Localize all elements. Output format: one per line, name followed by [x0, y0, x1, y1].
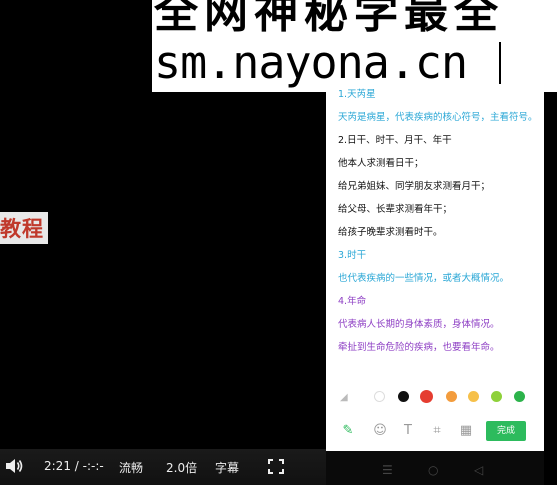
color-picker: ◢ [336, 390, 536, 405]
crop-icon[interactable]: ⌗ [429, 423, 445, 439]
pencil-icon[interactable]: ✎ [340, 423, 356, 439]
note-line: 天芮是病星，代表疾病的核心符号，主看符号。 [338, 112, 538, 123]
note-line: 4.年命 [338, 296, 367, 307]
note-line: 牵扯到生命危险的疾病，也要看年命。 [338, 342, 500, 353]
home-icon[interactable]: ○ [428, 463, 438, 477]
note-line: 代表病人长期的身体素质，身体情况。 [338, 319, 500, 330]
side-caption: 教程 [0, 212, 48, 244]
speed-button[interactable]: 2.0倍 [166, 459, 197, 476]
color-swatch[interactable] [398, 391, 409, 402]
annotation-toolbar: ✎ ☺ T ⌗ ▦ 完成 [334, 421, 542, 443]
notes-list: 1.天芮星天芮是病星，代表疾病的核心符号，主看符号。 2.日干、时干、月干、年干他… [338, 87, 538, 363]
watermark-url: sm.nayona.cn [154, 36, 468, 89]
note-line: 给父母、长辈求测看年干； [338, 204, 453, 215]
color-swatch[interactable] [491, 391, 502, 402]
note-line: 2.日干、时干、月干、年干 [338, 135, 452, 146]
fullscreen-icon[interactable] [268, 459, 284, 474]
phone-nav-bar: ☰ ○ ◁ [326, 451, 544, 485]
watermark-banner: 全网神秘学最全 sm.nayona.cn [152, 0, 557, 92]
color-swatch[interactable] [514, 391, 525, 402]
note-line: 给孩子晚辈求测看时干。 [338, 227, 443, 238]
notes-panel: 1.天芮星天芮是病星，代表疾病的核心符号，主看符号。 2.日干、时干、月干、年干他… [326, 85, 544, 451]
mosaic-icon[interactable]: ▦ [458, 423, 474, 439]
back-icon[interactable]: ◁ [474, 463, 483, 477]
note-line: 1.天芮星 [338, 89, 376, 100]
eraser-icon[interactable]: ◢ [340, 392, 353, 403]
volume-icon[interactable] [5, 458, 23, 474]
done-button[interactable]: 完成 [486, 421, 526, 441]
player-control-bar: 2:21 / -:-:- 流畅 2.0倍 字幕 [0, 449, 326, 485]
note-line: 给兄弟姐妹、同学朋友求测看月干； [338, 181, 491, 192]
text-caret [499, 42, 501, 84]
color-swatch[interactable] [374, 391, 385, 402]
color-swatch[interactable] [468, 391, 479, 402]
note-line: 他本人求测看日干； [338, 158, 424, 169]
quality-button[interactable]: 流畅 [119, 459, 143, 476]
menu-icon[interactable]: ☰ [382, 463, 393, 477]
subtitle-button[interactable]: 字幕 [215, 459, 239, 476]
note-line: 3.时干 [338, 250, 367, 261]
note-line: 也代表疾病的一些情况，或者大概情况。 [338, 273, 510, 284]
time-display: 2:21 / -:-:- [44, 459, 104, 473]
color-swatch[interactable] [420, 390, 433, 403]
watermark-title: 全网神秘学最全 [154, 0, 504, 38]
color-swatch[interactable] [446, 391, 457, 402]
text-icon[interactable]: T [400, 423, 416, 439]
emoji-icon[interactable]: ☺ [372, 423, 388, 439]
